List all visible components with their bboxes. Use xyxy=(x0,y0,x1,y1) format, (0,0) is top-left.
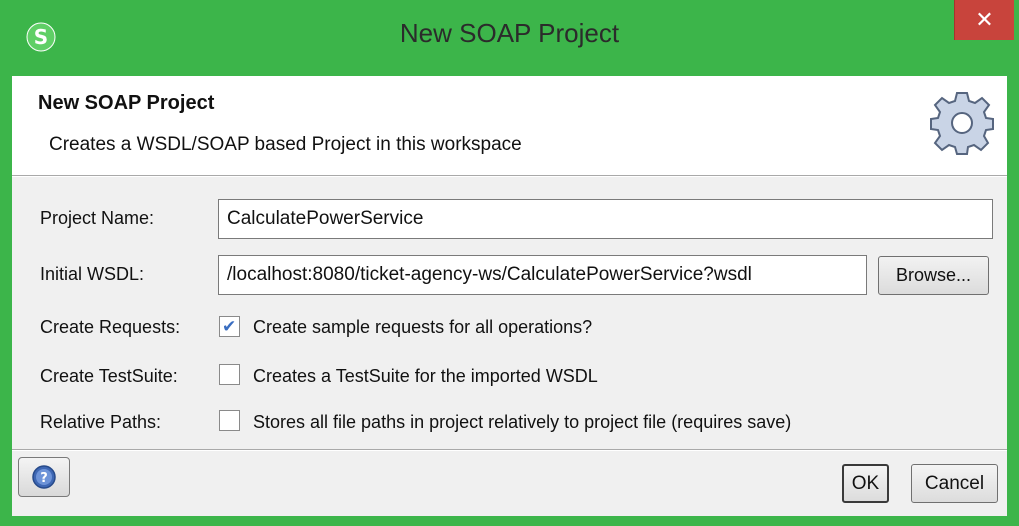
ok-button[interactable]: OK xyxy=(842,464,889,503)
new-soap-project-dialog: S New SOAP Project ✕ New SOAP Project Cr… xyxy=(0,0,1019,526)
dialog-body: New SOAP Project Creates a WSDL/SOAP bas… xyxy=(12,76,1007,516)
help-button[interactable]: ? xyxy=(18,457,70,497)
create-testsuite-label: Create TestSuite: xyxy=(40,366,178,386)
relative-paths-checkbox[interactable] xyxy=(219,410,240,431)
create-requests-option-label[interactable]: Create sample requests for all operation… xyxy=(253,317,592,338)
initial-wsdl-input[interactable]: /localhost:8080/ticket-agency-ws/Calcula… xyxy=(218,255,867,295)
relative-paths-option-label[interactable]: Stores all file paths in project relativ… xyxy=(253,412,791,433)
header-description: Creates a WSDL/SOAP based Project in thi… xyxy=(49,134,522,155)
gear-icon xyxy=(930,92,994,155)
project-name-label: Project Name: xyxy=(40,208,155,228)
dialog-header: New SOAP Project Creates a WSDL/SOAP bas… xyxy=(12,76,1007,175)
create-testsuite-checkbox[interactable] xyxy=(219,364,240,385)
checkmark-icon: ✔ xyxy=(222,317,237,336)
relative-paths-label: Relative Paths: xyxy=(40,412,162,432)
footer-separator-highlight xyxy=(12,450,1007,451)
svg-text:?: ? xyxy=(40,471,48,486)
browse-button[interactable]: Browse... xyxy=(878,256,989,295)
title-bar[interactable]: S New SOAP Project ✕ xyxy=(0,0,1019,76)
header-title: New SOAP Project xyxy=(38,92,215,114)
create-testsuite-option-label[interactable]: Creates a TestSuite for the imported WSD… xyxy=(253,366,598,387)
help-icon: ? xyxy=(32,465,56,489)
header-separator-highlight xyxy=(12,176,1007,177)
cancel-button[interactable]: Cancel xyxy=(911,464,998,503)
create-requests-label: Create Requests: xyxy=(40,317,181,337)
project-name-input[interactable]: CalculatePowerService xyxy=(218,199,993,239)
initial-wsdl-label: Initial WSDL: xyxy=(40,264,145,284)
close-button[interactable]: ✕ xyxy=(954,0,1014,40)
window-title: New SOAP Project xyxy=(399,18,620,48)
create-requests-checkbox[interactable]: ✔ xyxy=(219,316,240,337)
